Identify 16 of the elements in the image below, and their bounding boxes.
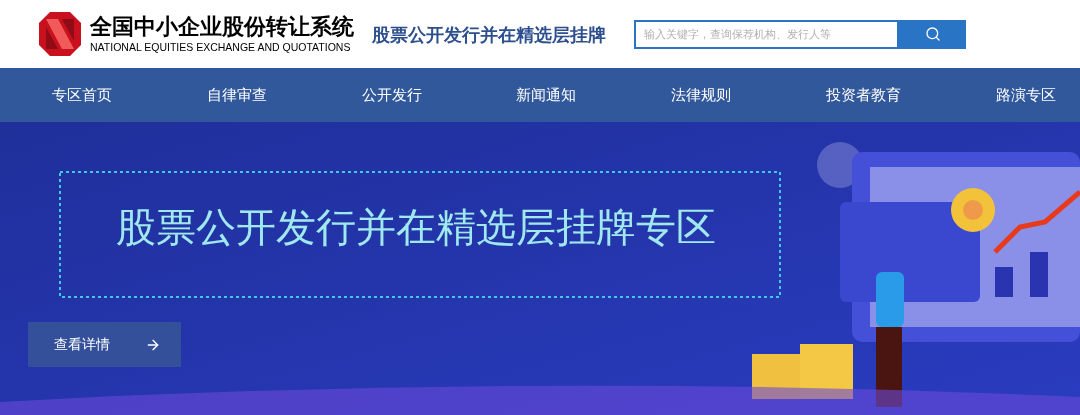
logo-icon: [38, 11, 82, 57]
nav-tab[interactable]: 公开发行: [357, 83, 426, 107]
search-button[interactable]: [899, 19, 966, 49]
nav-tab[interactable]: 路演专区: [991, 83, 1060, 107]
logo-title: 全国中小企业股份转让系统: [90, 14, 354, 40]
details-button[interactable]: 查看详情: [28, 322, 181, 367]
search-field[interactable]: 输入关键字，查询保荐机构、发行人等: [634, 19, 899, 49]
search-icon: [924, 26, 941, 42]
nav-tab[interactable]: 投资者教育: [822, 83, 906, 107]
nav-tab[interactable]: 专区首页: [48, 83, 116, 107]
section-title: 股票公开发行并在精选层挂牌: [372, 22, 606, 47]
nav-tab[interactable]: 法律规则: [667, 83, 736, 107]
nav-tab[interactable]: 新闻通知: [512, 83, 581, 107]
nav-tab[interactable]: 自律审查: [202, 83, 271, 107]
banner-heading: 股票公开发行并在精选层挂牌专区: [116, 203, 716, 252]
logo-subtitle: NATIONAL EQUITIES EXCHANGE AND QUOTATIONS: [90, 40, 352, 54]
